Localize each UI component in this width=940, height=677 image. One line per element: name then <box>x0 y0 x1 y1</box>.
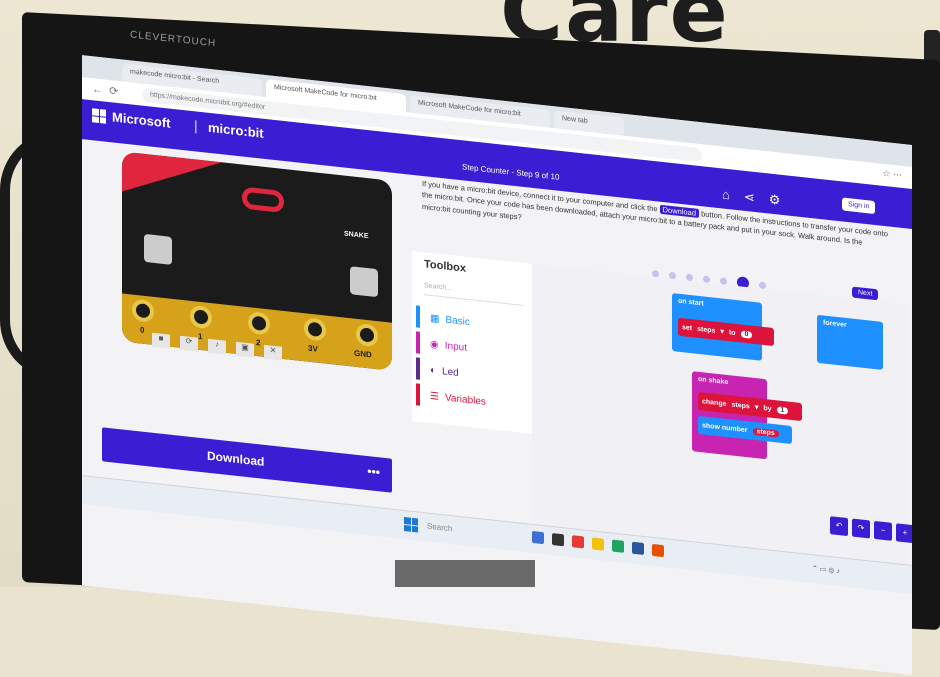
home-icon[interactable]: ⌂ <box>722 186 730 203</box>
app-icon[interactable] <box>652 543 664 558</box>
number-field[interactable]: 0 <box>740 329 753 339</box>
step-dot[interactable] <box>652 269 659 278</box>
on-start-block[interactable]: on start set steps ▾ to 0 <box>672 293 774 361</box>
toolbox-item-basic[interactable]: ▦ Basic <box>416 305 470 334</box>
taskbar-search[interactable]: Search <box>427 522 452 534</box>
red-corner <box>122 151 222 203</box>
block-label: set <box>682 323 693 332</box>
block-label: by <box>763 404 772 413</box>
pin-3v[interactable] <box>304 317 326 342</box>
on-shake-block[interactable]: on shake change steps ▾ by 1 show number … <box>692 371 802 460</box>
toolbox-item-led[interactable]: ◐ Led <box>416 357 459 384</box>
microsoft-brand: Microsoft <box>112 109 171 131</box>
toolbox-item-input[interactable]: ◉ Input <box>416 331 467 359</box>
screenshot-icon[interactable]: ▣ <box>236 341 254 358</box>
toolbox-title: Toolbox <box>424 258 466 275</box>
toolbox: Toolbox Search... ▦ Basic ◉ Input ◐ Led … <box>412 250 532 434</box>
app-icon[interactable] <box>532 530 544 545</box>
set-variable-block[interactable]: set steps ▾ to 0 <box>678 317 774 347</box>
pin-1[interactable] <box>190 304 212 330</box>
restart-icon[interactable]: ⟳ <box>180 335 198 352</box>
pin-strip: 0 1 2 3V GND <box>122 293 392 371</box>
target-icon: ◉ <box>430 338 439 351</box>
pin-label: 0 <box>140 325 145 335</box>
undo-icon[interactable]: ↶ <box>830 516 848 537</box>
step-dot[interactable] <box>759 280 766 289</box>
fullscreen-icon[interactable]: ✕ <box>264 344 282 361</box>
tutorial-step-title: Step Counter - Step 9 of 10 <box>462 162 560 182</box>
app-icon[interactable] <box>572 535 584 549</box>
app-icon[interactable] <box>632 541 644 556</box>
block-label: forever <box>823 319 847 329</box>
pin-gnd[interactable] <box>356 322 378 348</box>
pin-label: GND <box>354 348 372 360</box>
microbit-logo-icon <box>242 186 284 214</box>
number-field[interactable]: 1 <box>776 405 789 415</box>
microbit-brand: micro:bit <box>208 119 264 141</box>
stop-icon[interactable]: ■ <box>152 332 170 349</box>
redo-icon[interactable]: ↷ <box>852 518 870 539</box>
divider: | <box>194 117 198 134</box>
microsoft-logo-icon <box>92 108 106 124</box>
monitor-stand <box>395 560 535 587</box>
pin-label: 3V <box>308 343 318 354</box>
step-dot[interactable] <box>703 274 710 283</box>
toolbox-item-label: Variables <box>444 391 486 408</box>
folder-icon[interactable] <box>592 537 604 551</box>
zoom-out-icon[interactable]: − <box>874 520 892 541</box>
gesture-badge[interactable]: SNAKE <box>344 231 369 241</box>
monitor-brand: CLEVERTOUCH <box>129 29 217 50</box>
edge-icon[interactable] <box>612 539 624 553</box>
pin-2[interactable] <box>248 311 270 336</box>
sign-in-button[interactable]: Sign in <box>842 197 876 215</box>
toolbox-item-label: Basic <box>445 314 470 328</box>
show-number-block[interactable]: show number steps <box>698 415 792 445</box>
mute-icon[interactable]: ♪ <box>208 338 226 355</box>
list-icon: ☰ <box>430 390 439 403</box>
variable-dropdown[interactable]: steps <box>697 325 715 334</box>
block-label: on start <box>678 297 704 308</box>
toolbox-search[interactable]: Search... <box>424 282 524 307</box>
grid-icon: ▦ <box>430 312 440 325</box>
windows-start-icon[interactable] <box>404 517 418 533</box>
variable-reporter[interactable]: steps <box>752 427 779 438</box>
share-icon[interactable]: ⋖ <box>744 189 755 206</box>
back-icon[interactable]: ← ⟳ <box>92 82 118 98</box>
block-label: on shake <box>698 375 729 387</box>
pin-0[interactable] <box>132 298 154 323</box>
system-tray[interactable]: ⌃ ▭ ◎ ♪ <box>812 564 840 575</box>
button-b[interactable] <box>350 266 378 298</box>
zoom-in-icon[interactable]: + <box>896 523 912 544</box>
toolbox-item-variables[interactable]: ☰ Variables <box>416 383 486 413</box>
button-a[interactable] <box>144 233 172 265</box>
gear-icon[interactable]: ⚙ <box>769 192 781 209</box>
step-dot[interactable] <box>686 273 693 281</box>
monitor: CLEVERTOUCH makecode micro:bit - Search … <box>22 12 940 676</box>
toolbox-item-label: Input <box>444 339 467 354</box>
block-label: show number <box>702 421 748 434</box>
variable-dropdown[interactable]: steps <box>732 401 750 410</box>
toggle-icon: ◐ <box>430 364 437 376</box>
toolbox-item-label: Led <box>442 365 459 379</box>
more-icon[interactable]: ••• <box>367 464 380 479</box>
browser-tools-icon[interactable]: ☆ ⋯ <box>882 168 902 181</box>
block-label: to <box>728 328 736 337</box>
block-label: change <box>702 397 727 408</box>
download-label: Download <box>207 448 265 469</box>
app-icon[interactable] <box>552 533 564 547</box>
step-dot[interactable] <box>669 271 676 279</box>
step-dot[interactable] <box>720 276 727 285</box>
forever-block[interactable]: forever <box>817 314 883 370</box>
